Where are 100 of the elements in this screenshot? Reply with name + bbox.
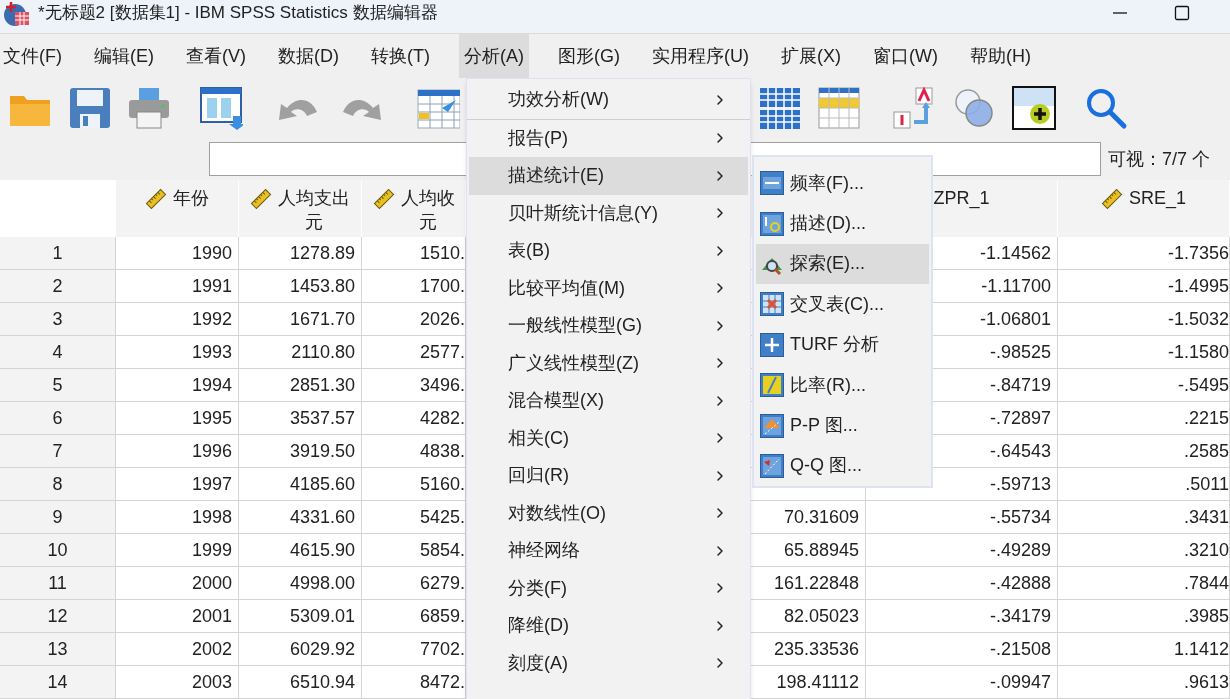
table-cell: -1.5032 — [1058, 303, 1230, 335]
table-cell: -.09947 — [866, 666, 1058, 698]
menu-item[interactable]: 文件(F) — [0, 34, 65, 78]
table-cell: -1.1580 — [1058, 336, 1230, 368]
table-cell: 2110.80 — [239, 336, 362, 368]
plot-icon — [760, 453, 784, 478]
table-cell: 6029.92 — [239, 633, 362, 665]
printer-icon[interactable] — [127, 86, 171, 130]
table-cell: 5309.01 — [239, 600, 362, 632]
table-cell: 1998 — [116, 501, 239, 533]
table-cell: .2585 — [1058, 435, 1230, 467]
table-cell: 2003 — [116, 666, 239, 698]
table-cell: 1.1412 — [1058, 633, 1230, 665]
menu-item[interactable]: 帮助(H) — [966, 34, 1034, 78]
window-title: *无标题2 [数据集1] - IBM SPSS Statistics 数据编辑器 — [38, 2, 438, 24]
menu-item[interactable]: 编辑(E) — [91, 34, 157, 78]
table-cell: .5011 — [1058, 468, 1230, 500]
table-cell: 1992 — [116, 303, 239, 335]
table-cell: 1990 — [116, 237, 239, 269]
table-cell: 4185.60 — [239, 468, 362, 500]
maximize-icon[interactable] — [1174, 5, 1190, 21]
menu-item[interactable]: 窗口(W) — [869, 34, 941, 78]
table-cell: -1.7356 — [1058, 237, 1230, 269]
row-number[interactable]: 9 — [0, 501, 116, 533]
table-cell: -.55734 — [866, 501, 1058, 533]
table-cell: 1278.89 — [239, 237, 362, 269]
table-cell: 3537.57 — [239, 402, 362, 434]
table-cell: 198.41112 — [752, 666, 866, 698]
table-cell: 4331.60 — [239, 501, 362, 533]
row-number[interactable]: 7 — [0, 435, 116, 467]
table-cell: .7844 — [1058, 567, 1230, 599]
row-number[interactable]: 2 — [0, 270, 116, 302]
column-label: 年份 — [173, 187, 209, 210]
row-number[interactable]: 3 — [0, 303, 116, 335]
menu-item[interactable]: 实用程序(U) — [648, 34, 752, 78]
menu-item[interactable]: 转换(T) — [368, 34, 433, 78]
menu-item[interactable]: 图形(G) — [554, 34, 623, 78]
table-cell: 6510.94 — [239, 666, 362, 698]
table-cell: 70.31609 — [752, 501, 866, 533]
visible-count: 可视：7/7 个 — [1108, 147, 1211, 171]
table-cell: 1991 — [116, 270, 239, 302]
row-number[interactable]: 6 — [0, 402, 116, 434]
column-label: ZPR_1 — [933, 187, 990, 210]
table-cell: .3210 — [1058, 534, 1230, 566]
table-cell: 2002 — [116, 633, 239, 665]
table-cell: .3985 — [1058, 600, 1230, 632]
row-number[interactable]: 5 — [0, 369, 116, 401]
table-cell: .2215 — [1058, 402, 1230, 434]
table-cell: 1994 — [116, 369, 239, 401]
table-cell: 4615.90 — [239, 534, 362, 566]
table-cell: 82.05023 — [752, 600, 866, 632]
add-icon[interactable] — [1012, 86, 1056, 130]
table-cell: -.5495 — [1058, 369, 1230, 401]
table-cell: 1997 — [116, 468, 239, 500]
table-cell: .9613 — [1058, 666, 1230, 698]
table-cell: 65.88945 — [752, 534, 866, 566]
table-cell: -.21508 — [866, 633, 1058, 665]
table-cell: -.34179 — [866, 600, 1058, 632]
column-unit: 元 — [305, 211, 323, 234]
grid-icon[interactable] — [416, 86, 460, 130]
menu-item[interactable]: 查看(V) — [183, 34, 249, 78]
statistics-icon — [760, 211, 784, 236]
column-label: SRE_1 — [1128, 187, 1186, 210]
table-icon[interactable] — [817, 86, 861, 130]
row-number[interactable]: 10 — [0, 534, 116, 566]
table-cell: 1999 — [116, 534, 239, 566]
table-cell: 1993 — [116, 336, 239, 368]
window-icon[interactable] — [199, 86, 243, 130]
row-number[interactable]: 11 — [0, 567, 116, 599]
plus-icon — [760, 332, 784, 357]
save-icon[interactable] — [68, 86, 112, 130]
row-number[interactable]: 13 — [0, 633, 116, 665]
table-cell: 1453.80 — [239, 270, 362, 302]
row-number[interactable]: 14 — [0, 666, 116, 698]
menu-item[interactable]: 探索(E)... — [756, 243, 929, 285]
table-cell: .3431 — [1058, 501, 1230, 533]
table-cell: 1671.70 — [239, 303, 362, 335]
column-label: 人均支出 — [278, 187, 350, 210]
menu-item[interactable]: 扩展(X) — [777, 34, 844, 78]
plot-icon — [760, 413, 784, 438]
table-cell: 3919.50 — [239, 435, 362, 467]
table-cell: 161.22848 — [752, 567, 866, 599]
menu-item[interactable]: 数据(D) — [275, 34, 342, 78]
table-cell: 1995 — [116, 402, 239, 434]
row-number[interactable]: 8 — [0, 468, 116, 500]
sort-icon[interactable] — [892, 86, 936, 130]
table-cell: 2000 — [116, 567, 239, 599]
row-number[interactable]: 12 — [0, 600, 116, 632]
menu-item[interactable]: 描述统计(E) — [469, 157, 748, 195]
search-icon[interactable] — [1084, 86, 1128, 130]
app-icon — [3, 1, 31, 27]
row-number[interactable]: 4 — [0, 336, 116, 368]
row-number[interactable]: 1 — [0, 237, 116, 269]
fraction-icon — [760, 373, 784, 398]
crosstab-icon — [760, 292, 784, 317]
venn-icon[interactable] — [952, 86, 996, 130]
table-cell: -.49289 — [866, 534, 1058, 566]
menu-item[interactable]: 分析(A) — [458, 34, 529, 78]
table-cell: 235.33536 — [752, 633, 866, 665]
table-cell: 2001 — [116, 600, 239, 632]
